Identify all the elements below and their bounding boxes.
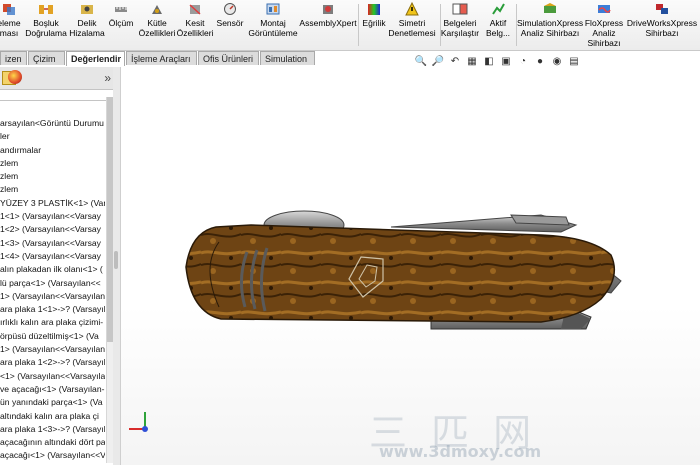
hole-align-icon <box>81 5 93 14</box>
tree-item[interactable]: zlem <box>0 157 105 170</box>
tree-item[interactable]: andırmalar <box>0 144 105 157</box>
section-view-icon[interactable]: ▦ <box>465 55 479 68</box>
interference-icon <box>3 4 15 15</box>
collapse-panel-icon[interactable]: » <box>104 71 111 85</box>
coordinate-triad <box>129 412 148 432</box>
interference-button[interactable]: eleme ması <box>0 2 24 38</box>
tree-item[interactable]: ve açacağı<1> (Varsayılan- <box>0 383 105 396</box>
compare-documents-button[interactable]: Belgeleri Karşılaştır <box>441 2 479 38</box>
tab-drawing[interactable]: Çizim <box>28 51 65 65</box>
symmetry-check-button[interactable]: Simetri Denetlemesi <box>388 2 436 38</box>
tree-item[interactable]: açacağının altındaki dört parç <box>0 436 105 449</box>
tree-item[interactable]: arsayılan<Görüntü Durumu <box>0 117 105 130</box>
section-props-icon <box>189 4 201 15</box>
view-settings-icon[interactable]: ▤ <box>567 55 581 68</box>
tree-item[interactable]: 1> (Varsayılan<<Varsayılan <box>0 343 105 356</box>
assembly-vis-icon <box>266 3 280 15</box>
tree-item[interactable]: 1<1> (Varsayılan<<Varsay <box>0 210 105 223</box>
section-properties-button[interactable]: Kesit Özellikleri <box>177 2 213 38</box>
tab-machining-tools[interactable]: İşleme Araçları <box>126 51 197 65</box>
zoom-area-icon[interactable]: 🔎 <box>431 55 445 68</box>
tab-office-products[interactable]: Ofis Ürünleri <box>198 51 259 65</box>
tree-item[interactable]: ler <box>0 130 105 143</box>
previous-view-icon[interactable]: ↶ <box>448 55 462 68</box>
simulationxpress-icon <box>544 3 556 13</box>
active-document-button[interactable]: Aktif Belg... <box>482 2 514 38</box>
driveworksxpress-button[interactable]: DriveWorksXpress Sihirbazı <box>626 2 698 38</box>
compare-icon <box>452 3 468 15</box>
watermark-url: www.3dmoxy.com <box>379 442 542 461</box>
clearance-icon <box>39 5 53 14</box>
tree-item[interactable]: ün yanındaki parça<1> (Va <box>0 396 105 409</box>
tree-item[interactable]: 1> (Varsayılan<<Varsayılan <box>0 290 105 303</box>
sensor-button[interactable]: Sensör <box>216 2 244 28</box>
measure-button[interactable]: Ölçüm <box>107 2 135 28</box>
mass-props-icon <box>152 5 162 14</box>
apply-scene-icon[interactable]: ◉ <box>550 55 564 68</box>
tab-simulation[interactable]: Simulation <box>260 51 315 65</box>
display-style-icon[interactable]: ▣ <box>499 55 513 68</box>
zoom-to-fit-icon[interactable]: 🔍 <box>414 55 428 68</box>
tab-sketch[interactable]: izen <box>0 51 27 65</box>
measure-icon <box>115 7 127 12</box>
tree-item[interactable]: zlem <box>0 183 105 196</box>
curvature-button[interactable]: Eğrilik <box>360 2 388 28</box>
panel-splitter[interactable] <box>113 67 121 465</box>
assemblyxpert-button[interactable]: AssemblyXpert <box>299 2 357 28</box>
view-orientation-icon[interactable]: ◧ <box>482 55 496 68</box>
tab-evaluate[interactable]: Değerlendir <box>66 51 125 66</box>
splitter-grip[interactable] <box>114 251 118 269</box>
tree-item[interactable]: ara plaka 1<3>->? (Varsayıl <box>0 423 105 436</box>
mass-properties-button[interactable]: Kütle Özellikleri <box>139 2 175 38</box>
display-manager-tab-icon[interactable] <box>8 70 22 84</box>
tree-item[interactable]: YÜZEY 3 PLASTİK<1> (Var <box>0 197 105 210</box>
edit-appearance-icon[interactable]: ● <box>533 55 547 68</box>
assemblyxpert-icon <box>323 5 333 14</box>
tree-item[interactable]: <1> (Varsayılan<<Varsayıla <box>0 370 105 383</box>
command-ribbon: eleme ması Boşluk Doğrulama Delik Hizala… <box>0 0 700 51</box>
clearance-verification-button[interactable]: Boşluk Doğrulama <box>25 2 67 38</box>
tree-filter-field[interactable] <box>0 90 112 101</box>
graphics-area[interactable]: 三 匹 网 www.3dmoxy.com <box>121 67 700 465</box>
ribbon-separator <box>358 4 359 46</box>
hide-show-items-icon[interactable]: ◔ <box>516 55 530 68</box>
hole-alignment-button[interactable]: Delik Hizalama <box>69 2 105 38</box>
tree-item[interactable]: altındaki kalın ara plaka çi <box>0 410 105 423</box>
knife-handle <box>185 224 616 323</box>
simulationxpress-button[interactable]: SimulationXpress Analiz Sihirbazı <box>517 2 583 38</box>
tree-item[interactable]: 1<4> (Varsayılan<<Varsay <box>0 250 105 263</box>
tree-item[interactable]: açacağı<1> (Varsayılan<<V <box>0 449 105 462</box>
assembly-visualization-button[interactable]: Montaj Görüntüleme <box>248 2 298 38</box>
tree-item[interactable]: lü parça<1> (Varsayılan<< <box>0 277 105 290</box>
symmetry-icon <box>405 2 419 16</box>
floxpress-icon <box>598 5 611 13</box>
tree-item[interactable]: ara plaka 1<1>->? (Varsayıl <box>0 303 105 316</box>
tree-item[interactable]: ara plaka 1<2>->? (Varsayıl <box>0 356 105 369</box>
active-doc-icon <box>492 3 505 15</box>
tree-item[interactable]: örpüsü düzeltilmiş<1> (Va <box>0 330 105 343</box>
tree-item[interactable]: ırlıklı kalın ara plaka çizimi- <box>0 316 105 329</box>
tree-item[interactable]: 1<3> (Varsayılan<<Varsay <box>0 237 105 250</box>
sensor-icon <box>224 3 236 15</box>
panel-tabs: » <box>0 67 113 90</box>
tree-item[interactable]: alın plakadan ilk olanı<1> ( <box>0 263 105 276</box>
tree-scrollbar[interactable] <box>106 97 113 463</box>
floxpress-button[interactable]: FloXpress Analiz Sihirbazı <box>584 2 624 48</box>
feature-tree: arsayılan<Görüntü Durumu ler andırmalar zle… <box>0 117 105 463</box>
curvature-icon <box>368 4 380 15</box>
command-manager-tabs: izen Çizim Değerlendir İşleme Araçları O… <box>0 50 316 66</box>
tree-item[interactable]: zlem <box>0 170 105 183</box>
driveworks-icon <box>656 4 668 14</box>
tree-item[interactable]: 1<2> (Varsayılan<<Varsay <box>0 223 105 236</box>
feature-manager-panel: » arsayılan<Görüntü Durumu ler andırmalar z… <box>0 67 114 465</box>
